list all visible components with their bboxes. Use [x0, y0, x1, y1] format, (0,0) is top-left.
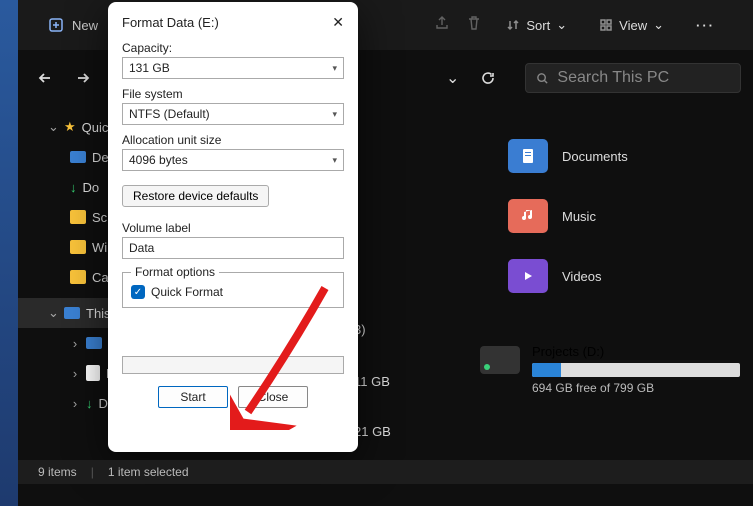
- share-icon-button[interactable]: [434, 15, 450, 36]
- forward-button[interactable]: [68, 63, 98, 93]
- restore-defaults-button[interactable]: Restore device defaults: [122, 185, 269, 207]
- pc-icon: [64, 307, 80, 319]
- disk-icon: [480, 346, 520, 374]
- progress-bar: [122, 356, 344, 374]
- checkbox-checked-icon: ✓: [131, 285, 145, 299]
- disk-name: Projects (D:): [532, 344, 740, 359]
- volume-label-label: Volume label: [122, 221, 344, 235]
- folder-icon: [70, 210, 86, 224]
- disk-usage-bar: [532, 363, 740, 377]
- status-item-count: 9 items: [38, 465, 77, 479]
- disk-free-text: 694 GB free of 799 GB: [532, 381, 740, 395]
- sort-label: Sort: [526, 18, 550, 33]
- view-icon: [599, 18, 613, 32]
- music-icon: [508, 199, 548, 233]
- start-button[interactable]: Start: [158, 386, 228, 408]
- refresh-button[interactable]: [473, 63, 503, 93]
- chevron-down-icon: ▾: [332, 109, 337, 120]
- disk-projects[interactable]: Projects (D:) 694 GB free of 799 GB: [480, 344, 740, 395]
- allocation-select[interactable]: 4096 bytes▾: [122, 149, 344, 171]
- dialog-title: Format Data (E:): [122, 15, 219, 30]
- chevron-down-icon: ▾: [332, 155, 337, 166]
- quick-format-checkbox[interactable]: ✓ Quick Format: [131, 285, 335, 299]
- sort-icon: [506, 18, 520, 32]
- star-icon: ★: [64, 119, 76, 135]
- view-button[interactable]: View ⌄: [591, 13, 672, 37]
- download-icon: ↓: [86, 396, 93, 411]
- chevron-down-icon: ⌄: [556, 17, 567, 33]
- chevron-down-icon: ▾: [332, 63, 337, 74]
- new-label: New: [72, 18, 98, 33]
- download-icon: ↓: [70, 180, 77, 195]
- folder-icon: [70, 240, 86, 254]
- close-dialog-button[interactable]: Close: [238, 386, 308, 408]
- breadcrumb-chevron-icon[interactable]: ⌄: [446, 68, 459, 88]
- folder-icon: [70, 270, 86, 284]
- view-label: View: [619, 18, 647, 33]
- format-dialog: Format Data (E:) ✕ Capacity: 131 GB▾ Fil…: [108, 2, 358, 452]
- format-options-group: Format options ✓ Quick Format: [122, 265, 344, 308]
- search-icon: [536, 72, 549, 85]
- desktop-icon: [70, 151, 86, 163]
- status-selected: 1 item selected: [108, 465, 189, 479]
- more-button[interactable]: ···: [688, 14, 723, 37]
- volume-label-input[interactable]: Data: [122, 237, 344, 259]
- format-options-legend: Format options: [131, 265, 219, 279]
- documents-icon: [508, 139, 548, 173]
- document-icon: [86, 365, 100, 381]
- new-button[interactable]: New: [48, 17, 98, 33]
- search-placeholder: Search This PC: [557, 69, 669, 87]
- folder-documents[interactable]: Documents: [508, 132, 708, 180]
- back-button[interactable]: [30, 63, 60, 93]
- desktop-icon: [86, 337, 102, 349]
- sort-button[interactable]: Sort ⌄: [498, 13, 575, 37]
- delete-icon-button[interactable]: [466, 15, 482, 36]
- folder-videos[interactable]: Videos: [508, 252, 708, 300]
- folder-music[interactable]: Music: [508, 192, 708, 240]
- search-input[interactable]: Search This PC: [525, 63, 741, 93]
- obscured-text: 21 GB: [354, 424, 391, 439]
- allocation-label: Allocation unit size: [122, 133, 344, 147]
- videos-icon: [508, 259, 548, 293]
- obscured-text: 11 GB: [354, 374, 390, 389]
- capacity-label: Capacity:: [122, 41, 344, 55]
- new-icon: [48, 17, 64, 33]
- filesystem-select[interactable]: NTFS (Default)▾: [122, 103, 344, 125]
- close-button[interactable]: ✕: [332, 14, 344, 31]
- filesystem-label: File system: [122, 87, 344, 101]
- capacity-select[interactable]: 131 GB▾: [122, 57, 344, 79]
- chevron-down-icon: ⌄: [653, 17, 664, 33]
